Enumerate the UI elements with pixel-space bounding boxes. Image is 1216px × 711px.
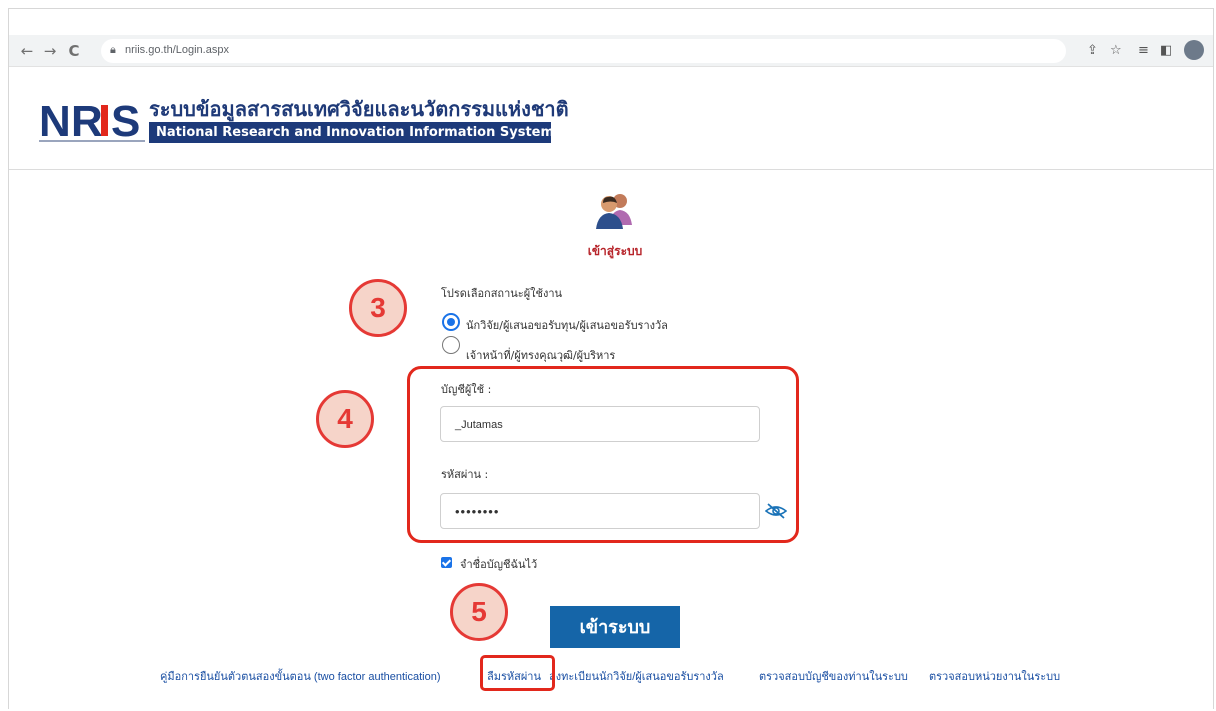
radio-researcher-label[interactable]: นักวิจัย/ผู้เสนอขอรับทุน/ผู้เสนอขอรับราง…: [466, 316, 668, 334]
remember-label[interactable]: จำชื่อบัญชีฉันไว้: [460, 555, 537, 573]
login-heading: เข้าสู่ระบบ: [587, 244, 643, 258]
svg-text:S: S: [111, 97, 140, 144]
svg-text:N: N: [39, 97, 68, 144]
user-status-label: โปรดเลือกสถานะผู้ใช้งาน: [441, 287, 563, 300]
annotation-credentials-box: [407, 366, 799, 543]
radio-staff-label[interactable]: เจ้าหน้าที่/ผู้ทรงคุณวุฒิ/ผู้บริหาร: [466, 346, 615, 364]
annotation-forgot-password-box: [480, 655, 555, 691]
side-panel-icon[interactable]: ◧: [1160, 41, 1172, 61]
reload-icon[interactable]: C: [64, 41, 84, 61]
login-submit-button[interactable]: เข้าระบบ: [550, 606, 680, 648]
link-check-organization[interactable]: ตรวจสอบหน่วยงานในระบบ: [929, 667, 1060, 685]
annotation-step-3: 3: [349, 279, 407, 337]
annotation-step-5: 5: [450, 583, 508, 641]
users-icon: [596, 194, 632, 229]
back-icon[interactable]: ←: [17, 41, 37, 61]
bookmark-star-icon[interactable]: ☆: [1110, 41, 1122, 61]
forward-icon[interactable]: →: [40, 41, 60, 61]
annotation-step-4: 4: [316, 390, 374, 448]
site-english-title: National Research and Innovation Informa…: [149, 122, 554, 143]
address-bar[interactable]: 🔒︎ nriis.go.th/Login.aspx: [101, 39, 1066, 63]
lock-icon: 🔒︎: [110, 43, 116, 56]
url-text: nriis.go.th/Login.aspx: [125, 44, 229, 56]
remember-checkbox[interactable]: [441, 557, 452, 568]
radio-staff[interactable]: [442, 336, 460, 354]
share-icon[interactable]: ⇪: [1087, 41, 1098, 61]
site-thai-title: ระบบข้อมูลสารสนเทศวิจัยและนวัตกรรมแห่งชา…: [149, 99, 569, 121]
svg-text:R: R: [71, 97, 102, 144]
site-header: N R S ระบบข้อมูลสารสนเทศวิจัยและนวัตกรรม…: [9, 67, 1213, 170]
radio-researcher[interactable]: [442, 313, 460, 331]
profile-avatar[interactable]: [1184, 40, 1204, 60]
link-register-researcher[interactable]: ลงทะเบียนนักวิจัย/ผู้เสนอขอรับรางวัล: [549, 667, 724, 685]
link-check-account[interactable]: ตรวจสอบบัญชีของท่านในระบบ: [759, 667, 908, 685]
nriis-logo: N R S: [39, 97, 145, 144]
link-two-factor-guide[interactable]: คู่มือการยืนยันตัวตนสองขั้นตอน (two fact…: [160, 667, 441, 685]
tab-strip-area: [9, 9, 1213, 35]
reading-list-icon[interactable]: ≡: [1138, 41, 1149, 61]
browser-toolbar: ← → C 🔒︎ nriis.go.th/Login.aspx ⇪ ☆ ≡ ◧: [9, 35, 1213, 67]
